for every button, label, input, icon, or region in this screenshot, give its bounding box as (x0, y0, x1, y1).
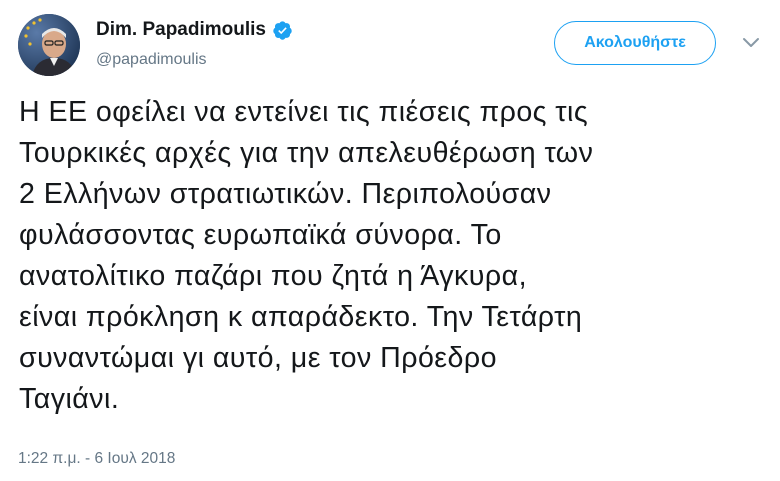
chevron-down-icon[interactable] (742, 36, 760, 48)
author-display-name[interactable]: Dim. Papadimoulis (96, 18, 266, 42)
follow-button[interactable]: Ακολουθήστε (554, 21, 716, 65)
author-handle[interactable]: @papadimoulis (96, 50, 207, 70)
tweet-card: Dim. Papadimoulis @papadimoulis Ακολουθή… (0, 0, 780, 481)
tweet-timestamp[interactable]: 1:22 π.μ. - 6 Ιουλ 2018 (18, 449, 175, 469)
verified-badge-icon (272, 20, 293, 41)
avatar[interactable] (18, 14, 80, 76)
tweet-text: Η ΕΕ οφείλει να εντείνει τις πιέσεις προ… (19, 96, 594, 415)
author-name-row[interactable]: Dim. Papadimoulis (96, 18, 293, 42)
